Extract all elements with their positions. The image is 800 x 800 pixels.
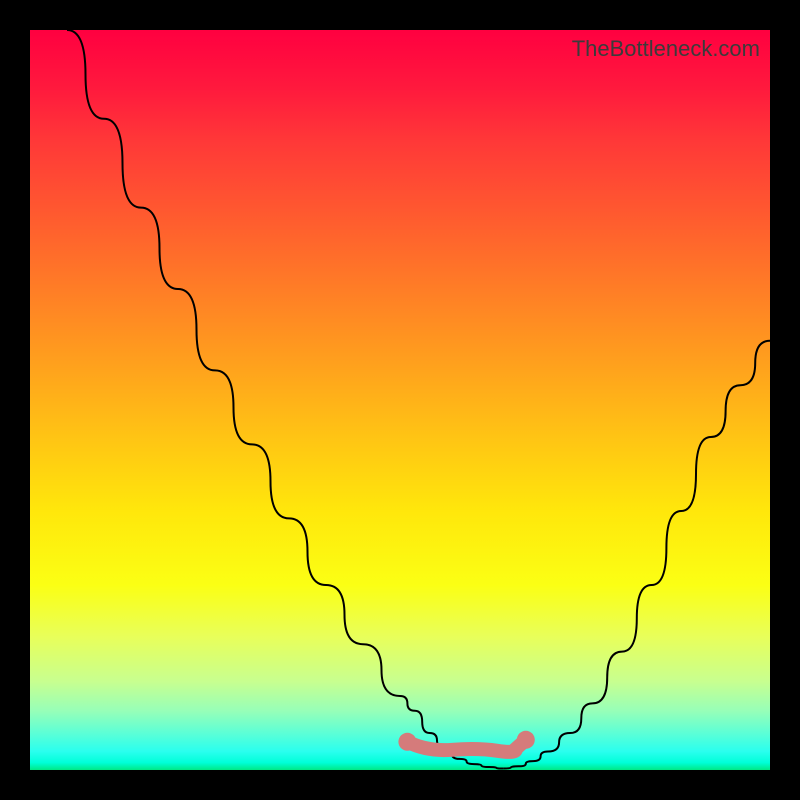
plot-area: TheBottleneck.com xyxy=(30,30,770,770)
chart-svg xyxy=(30,30,770,770)
optimum-dot-left xyxy=(398,733,416,751)
optimum-band xyxy=(407,740,525,752)
optimum-dot-right xyxy=(517,731,535,749)
curve-right xyxy=(504,341,770,769)
curve-left xyxy=(67,30,504,769)
chart-frame: TheBottleneck.com xyxy=(0,0,800,800)
